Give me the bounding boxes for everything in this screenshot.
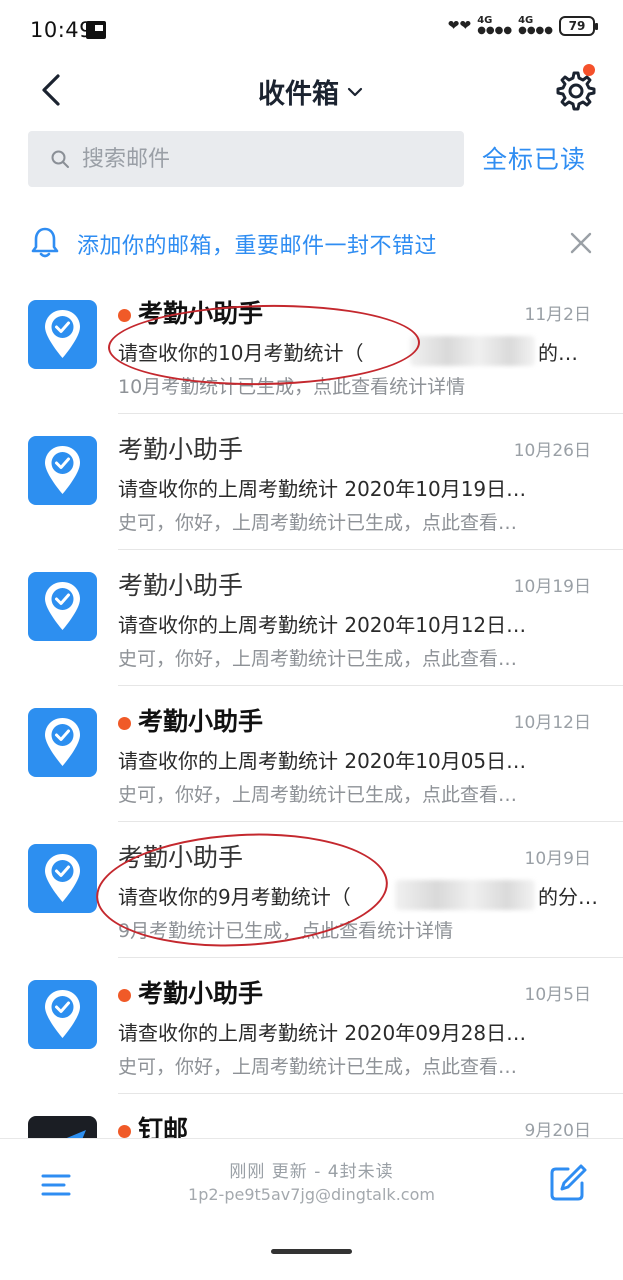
hearts-icon: ❤❤	[447, 18, 472, 34]
top-bar: 收件箱	[0, 62, 623, 122]
search-input[interactable]	[82, 146, 422, 172]
mail-item[interactable]: 考勤小助手 10月12日 请查收你的上周考勤统计 2020年10月05日… 史可…	[0, 686, 623, 822]
location-check-icon	[45, 582, 80, 630]
mail-preview: 史可，你好，上周考勤统计已生成，点此查看…	[118, 512, 518, 534]
mail-date: 10月9日	[524, 849, 591, 869]
settings-badge-dot	[583, 64, 595, 76]
mail-date: 10月5日	[524, 985, 591, 1005]
redacted-blur	[395, 880, 535, 910]
attendance-app-avatar	[28, 300, 97, 369]
page-title: 收件箱	[258, 79, 339, 110]
attendance-app-avatar	[28, 436, 97, 505]
mail-item[interactable]: 考勤小助手 10月26日 请查收你的上周考勤统计 2020年10月19日… 史可…	[0, 414, 623, 550]
mail-subject: 请查收你的上周考勤统计 2020年10月19日…	[118, 477, 527, 501]
mail-item[interactable]: 考勤小助手 10月9日 请查收你的9月考勤统计（ 的分… 9月考勤统计已生成，点…	[0, 822, 623, 958]
mail-subject-tail: 的…	[538, 341, 578, 365]
network-label-1: 4G	[477, 15, 493, 26]
mail-item[interactable]: 考勤小助手 11月2日 请查收你的10月考勤统计（ 的… 10月考勤统计已生成，…	[0, 278, 623, 414]
status-indicators: ❤❤ 4G ●●●● 4G ●●●● 79	[447, 15, 598, 36]
unread-dot	[118, 717, 131, 730]
location-check-icon	[45, 446, 80, 494]
location-check-icon	[45, 718, 80, 766]
location-check-icon	[45, 310, 80, 358]
mail-list: 考勤小助手 11月2日 请查收你的10月考勤统计（ 的… 10月考勤统计已生成，…	[0, 278, 623, 1230]
attendance-app-avatar	[28, 708, 97, 777]
home-indicator[interactable]	[271, 1249, 352, 1254]
mail-date: 10月19日	[513, 577, 591, 597]
mail-subject: 请查收你的上周考勤统计 2020年09月28日…	[118, 1021, 527, 1045]
unread-dot	[118, 309, 131, 322]
mail-sender: 考勤小助手	[138, 707, 264, 736]
sync-status: 刚刚 更新 - 4封未读	[229, 1162, 394, 1182]
unread-dot	[118, 1125, 131, 1138]
compose-icon[interactable]	[548, 1163, 588, 1203]
mail-subject: 请查收你的上周考勤统计 2020年10月05日…	[118, 749, 527, 773]
close-icon[interactable]	[568, 230, 594, 256]
mail-sender: 考勤小助手	[118, 571, 244, 600]
mail-preview: 史可，你好，上周考勤统计已生成，点此查看…	[118, 784, 518, 806]
attendance-app-avatar	[28, 572, 97, 641]
mail-sender: 考勤小助手	[138, 979, 264, 1008]
bell-icon	[31, 227, 59, 258]
search-icon	[51, 150, 69, 168]
status-bar: 10:49 ❤❤ 4G ●●●● 4G ●●●● 79	[0, 0, 623, 62]
mail-item[interactable]: 考勤小助手 10月5日 请查收你的上周考勤统计 2020年09月28日… 史可，…	[0, 958, 623, 1094]
mail-date: 10月12日	[513, 713, 591, 733]
mailbox-selector[interactable]: 收件箱	[0, 72, 623, 111]
mail-subject: 请查收你的上周考勤统计 2020年10月12日…	[118, 613, 527, 637]
message-icon	[86, 21, 106, 39]
mail-date: 11月2日	[524, 305, 591, 325]
status-time: 10:49	[30, 18, 94, 42]
mark-all-read-button[interactable]: 全标已读	[482, 140, 586, 176]
banner-text: 添加你的邮箱，重要邮件一封不错过	[77, 234, 438, 259]
network-label-2: 4G	[518, 15, 534, 26]
battery-icon: 79	[559, 16, 598, 36]
account-email: 1p2-pe9t5av7jg@dingtalk.com	[188, 1185, 435, 1204]
unread-dot	[118, 989, 131, 1002]
mail-preview: 史可，你好，上周考勤统计已生成，点此查看…	[118, 648, 518, 670]
location-check-icon	[45, 854, 80, 902]
add-mailbox-banner[interactable]: 添加你的邮箱，重要邮件一封不错过	[0, 214, 623, 272]
signal-icon-2: 4G ●●●●	[518, 15, 553, 36]
chevron-down-icon	[347, 87, 363, 96]
search-box[interactable]	[28, 131, 464, 187]
attendance-app-avatar	[28, 980, 97, 1049]
mail-sender: 考勤小助手	[118, 435, 244, 464]
signal-icon-1: 4G ●●●●	[477, 15, 513, 36]
mail-preview: 史可，你好，上周考勤统计已生成，点此查看…	[118, 1056, 518, 1078]
mail-item[interactable]: 考勤小助手 10月19日 请查收你的上周考勤统计 2020年10月12日… 史可…	[0, 550, 623, 686]
redacted-blur	[410, 336, 535, 366]
bottom-bar: 刚刚 更新 - 4封未读 1p2-pe9t5av7jg@dingtalk.com	[0, 1138, 623, 1280]
attendance-app-avatar	[28, 844, 97, 913]
search-row: 全标已读	[0, 130, 623, 188]
mail-subject-tail: 的分…	[538, 885, 598, 909]
location-check-icon	[45, 990, 80, 1038]
mail-date: 10月26日	[513, 441, 591, 461]
